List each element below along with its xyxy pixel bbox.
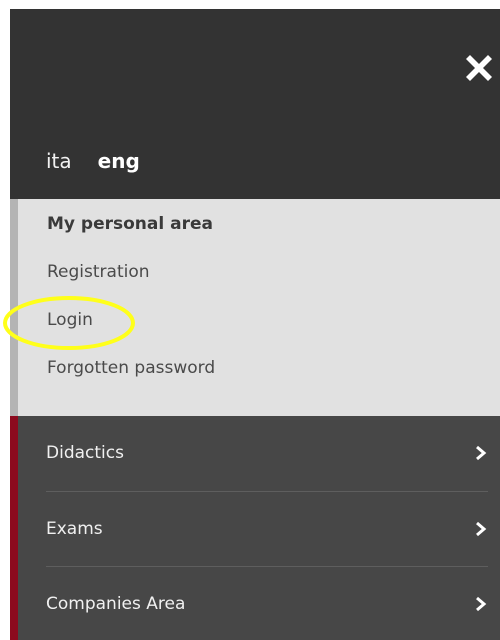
registration-link[interactable]: Registration: [47, 262, 150, 282]
language-ita-link[interactable]: ita: [46, 149, 72, 173]
chevron-right-icon: [474, 596, 488, 612]
main-menu: Didactics Exams Companies Area: [10, 416, 500, 640]
forgotten-password-link[interactable]: Forgotten password: [47, 358, 215, 378]
personal-area-title: My personal area: [47, 214, 213, 234]
menu-item-label: Didactics: [46, 443, 124, 463]
chevron-right-icon: [474, 521, 488, 537]
chevron-right-icon: [474, 445, 488, 461]
side-menu-panel: ita eng My personal area Registration Lo…: [10, 9, 500, 640]
menu-item-didactics[interactable]: Didactics: [46, 416, 488, 490]
language-eng-link[interactable]: eng: [98, 149, 140, 173]
close-icon: [466, 55, 492, 81]
language-switcher: ita eng: [46, 149, 140, 173]
personal-area-section: My personal area Registration Login Forg…: [10, 199, 500, 416]
menu-item-label: Exams: [46, 518, 103, 539]
menu-item-exams[interactable]: Exams: [46, 491, 488, 565]
menu-item-label: Companies Area: [46, 593, 186, 614]
menu-item-companies-area[interactable]: Companies Area: [46, 566, 488, 640]
close-button[interactable]: [458, 47, 500, 89]
login-link[interactable]: Login: [47, 310, 93, 330]
